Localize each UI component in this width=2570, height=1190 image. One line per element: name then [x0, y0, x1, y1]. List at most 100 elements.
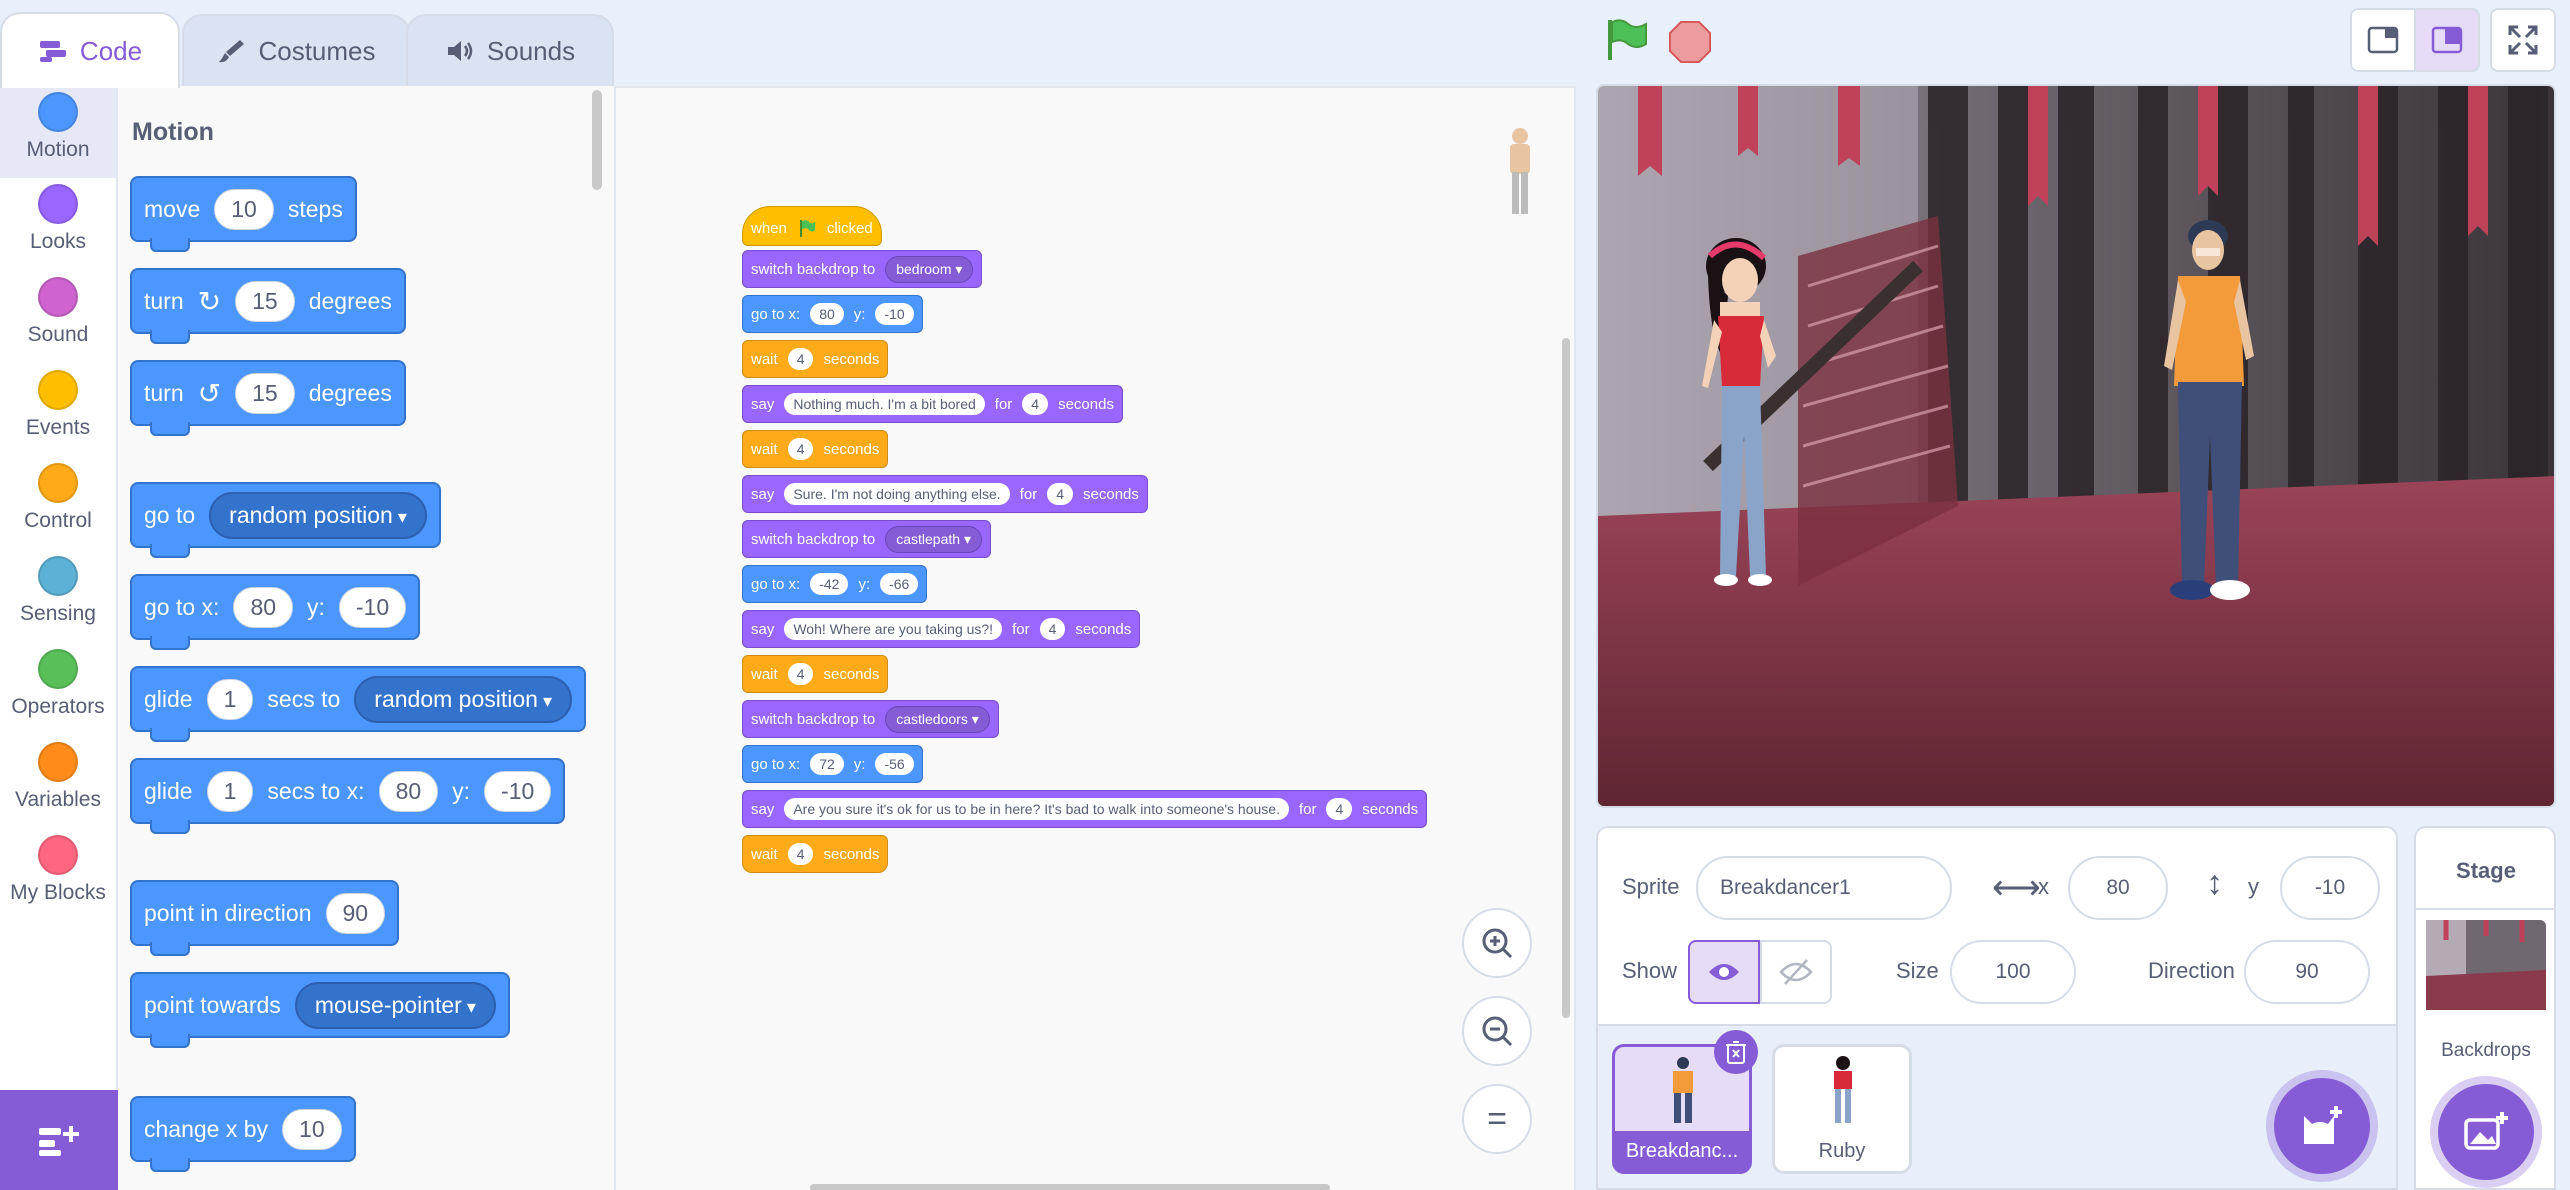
say-text-input[interactable]: Are you sure it's ok for us to be in her… [784, 798, 1289, 820]
say-secs-input[interactable]: 4 [1326, 798, 1353, 820]
glide-secs-input[interactable]: 1 [206, 678, 254, 720]
say-secs-input[interactable]: 4 [1047, 483, 1074, 505]
wait-input[interactable]: 4 [787, 348, 814, 370]
zoom-reset-button[interactable]: = [1462, 1084, 1532, 1154]
point-towards-block[interactable]: point towards mouse-pointer [130, 972, 510, 1048]
glide-x-input[interactable]: 80 [378, 770, 439, 812]
go-to-dropdown[interactable]: random position [209, 491, 427, 539]
category-motion[interactable]: Motion [0, 86, 116, 178]
size-input[interactable]: 100 [1950, 940, 2076, 1004]
category-variables[interactable]: Variables [0, 736, 116, 828]
wait-block[interactable]: wait 4 seconds [742, 655, 889, 693]
show-hidden-button[interactable] [1760, 940, 1832, 1004]
y-input[interactable]: -66 [880, 573, 919, 595]
stage-target-panel[interactable]: Stage Backdrops [2414, 826, 2556, 1190]
sprite-tile-ruby[interactable]: Ruby [1772, 1044, 1912, 1174]
direction-input[interactable]: 90 [325, 892, 386, 934]
tab-code[interactable]: Code [0, 12, 180, 88]
show-visible-button[interactable] [1688, 940, 1760, 1004]
category-sensing[interactable]: Sensing [0, 550, 116, 642]
say-secs-input[interactable]: 4 [1022, 393, 1049, 415]
zoom-out-button[interactable] [1462, 996, 1532, 1066]
turn-left-block[interactable]: turn ↺ 15 degrees [130, 360, 406, 436]
script-hscrollbar[interactable] [810, 1184, 1330, 1190]
backdrop-dropdown[interactable]: castledoors [885, 705, 990, 733]
script-vscrollbar[interactable] [1562, 338, 1570, 1018]
large-stage-button[interactable] [2414, 8, 2480, 72]
category-operators[interactable]: Operators [0, 643, 116, 735]
small-stage-button[interactable] [2350, 8, 2416, 72]
wait-block[interactable]: wait 4 seconds [742, 430, 889, 468]
say-for-block[interactable]: say Are you sure it's ok for us to be in … [742, 790, 1428, 828]
move-steps-block[interactable]: move 10 steps [130, 176, 357, 252]
y-position-input[interactable]: -10 [2280, 856, 2380, 920]
category-my-blocks[interactable]: My Blocks [0, 829, 116, 921]
glide-block[interactable]: glide 1 secs to random position [130, 666, 586, 742]
say-text-input[interactable]: Nothing much. I'm a bit bored [784, 393, 985, 415]
switch-backdrop-block[interactable]: switch backdrop to castlepath [742, 520, 991, 558]
turn-right-block[interactable]: turn ↻ 15 degrees [130, 268, 406, 344]
glide-xy-block[interactable]: glide 1 secs to x: 80 y: -10 [130, 758, 566, 834]
point-towards-dropdown[interactable]: mouse-pointer [294, 981, 496, 1029]
category-control[interactable]: Control [0, 457, 116, 549]
backdrop-dropdown[interactable]: castlepath [885, 525, 982, 553]
palette-scrollbar[interactable] [592, 90, 602, 190]
turn-right-input[interactable]: 15 [235, 280, 295, 322]
wait-input[interactable]: 4 [787, 663, 814, 685]
glide-y-input[interactable]: -10 [484, 770, 552, 812]
glide-dropdown[interactable]: random position [354, 675, 572, 723]
y-input[interactable]: -56 [875, 753, 914, 775]
stop-button[interactable] [1668, 20, 1712, 64]
go-to-block[interactable]: go to random position [130, 482, 441, 558]
turn-left-input[interactable]: 15 [235, 372, 295, 414]
wait-input[interactable]: 4 [787, 438, 814, 460]
zoom-in-button[interactable] [1462, 908, 1532, 978]
y-input[interactable]: -10 [875, 303, 914, 325]
glide-xy-secs-input[interactable]: 1 [206, 770, 254, 812]
backdrop-dropdown[interactable]: bedroom [885, 255, 974, 283]
say-for-block[interactable]: say Nothing much. I'm a bit bored for 4 seco… [742, 385, 1123, 423]
go-to-y-input[interactable]: -10 [338, 586, 407, 628]
delete-sprite-button[interactable] [1714, 1030, 1758, 1074]
go-to-xy-block[interactable]: go to x: 80 y: -10 [130, 574, 421, 650]
switch-backdrop-block[interactable]: switch backdrop to bedroom [742, 250, 983, 288]
fullscreen-button[interactable] [2490, 8, 2556, 72]
choose-sprite-button[interactable] [2274, 1078, 2370, 1174]
say-secs-input[interactable]: 4 [1039, 618, 1066, 640]
x-position-input[interactable]: 80 [2068, 856, 2168, 920]
say-text-input[interactable]: Woh! Where are you taking us?! [784, 618, 1003, 640]
script-area[interactable]: when clicked switch backdrop tobedroom g… [616, 86, 1576, 1190]
change-x-input[interactable]: 10 [282, 1108, 342, 1150]
category-looks[interactable]: Looks [0, 178, 116, 270]
when-flag-clicked-block[interactable]: when clicked [742, 206, 882, 246]
category-sound[interactable]: Sound [0, 271, 116, 363]
go-to-xy-block[interactable]: go to x: 72 y: -56 [742, 745, 923, 783]
say-for-block[interactable]: say Sure. I'm not doing anything else. for… [742, 475, 1148, 513]
move-steps-input[interactable]: 10 [214, 188, 274, 230]
go-to-xy-block[interactable]: go to x: 80 y: -10 [742, 295, 923, 333]
switch-backdrop-block[interactable]: switch backdrop to castledoors [742, 700, 999, 738]
say-text-input[interactable]: Sure. I'm not doing anything else. [784, 483, 1010, 505]
change-x-block[interactable]: change x by 10 [130, 1096, 356, 1172]
direction-input[interactable]: 90 [2244, 940, 2370, 1004]
wait-block[interactable]: wait 4 seconds [742, 835, 889, 873]
green-flag-button[interactable] [1604, 18, 1650, 62]
go-to-x-input[interactable]: 80 [233, 586, 294, 628]
go-to-xy-block[interactable]: go to x: -42 y: -66 [742, 565, 928, 603]
sprite-name-input[interactable]: Breakdancer1 [1696, 856, 1952, 920]
choose-backdrop-button[interactable] [2438, 1084, 2534, 1180]
category-events[interactable]: Events [0, 364, 116, 456]
point-direction-block[interactable]: point in direction 90 [130, 880, 400, 956]
backdrop-thumbnail[interactable] [2426, 920, 2546, 1010]
wait-block[interactable]: wait 4 seconds [742, 340, 889, 378]
say-for-block[interactable]: say Woh! Where are you taking us?! for 4 sec… [742, 610, 1141, 648]
x-input[interactable]: -42 [810, 573, 849, 595]
tab-sounds[interactable]: Sounds [406, 14, 614, 86]
add-extension-button[interactable] [0, 1090, 118, 1190]
wait-input[interactable]: 4 [787, 843, 814, 865]
x-input[interactable]: 80 [810, 303, 844, 325]
eye-icon [1709, 964, 1739, 980]
stage-canvas[interactable] [1596, 84, 2556, 808]
tab-costumes[interactable]: Costumes [182, 14, 410, 86]
x-input[interactable]: 72 [810, 753, 844, 775]
